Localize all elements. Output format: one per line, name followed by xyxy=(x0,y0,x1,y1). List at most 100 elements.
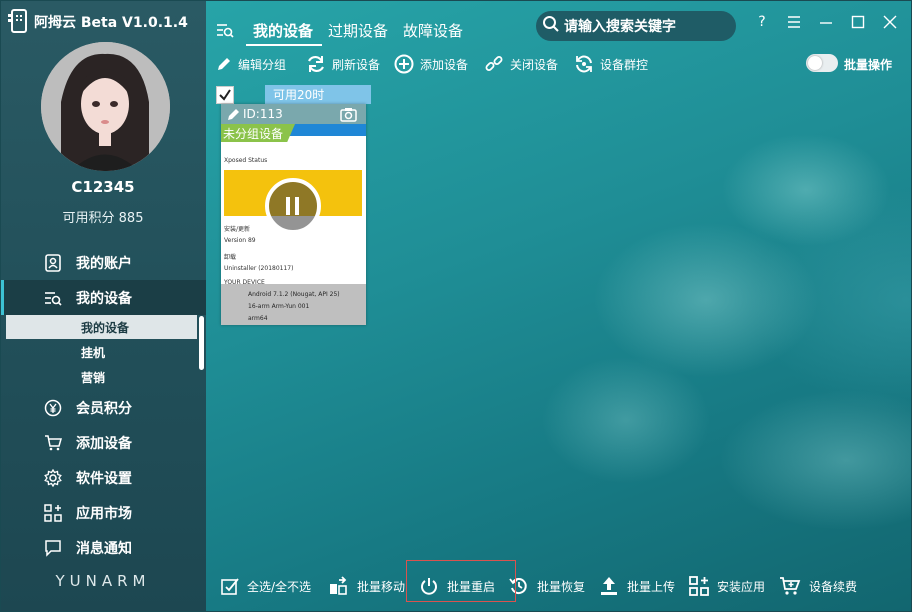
sidebar-subitem-marketing[interactable]: 营销 xyxy=(6,365,197,389)
screen-row: Version 89 xyxy=(224,236,256,244)
edit-group-button[interactable]: 编辑分组 xyxy=(216,54,286,74)
renew-cart-icon xyxy=(780,577,801,595)
maximize-icon xyxy=(851,15,865,29)
submenu-scrollbar[interactable] xyxy=(199,316,204,370)
cart-icon xyxy=(44,434,62,452)
message-icon xyxy=(44,539,62,557)
batch-move-button[interactable]: 批量移动 xyxy=(329,575,405,597)
tab-faulty-devices[interactable]: 故障设备 xyxy=(403,20,463,41)
search-input[interactable]: 请输入搜索关键字 xyxy=(536,11,736,41)
apps-icon xyxy=(44,503,62,522)
checkbox-icon xyxy=(221,578,239,595)
points-balance: 可用积分 885 xyxy=(62,211,144,226)
sidebar-subitem-label: 挂机 xyxy=(81,345,106,360)
help-button[interactable]: ? xyxy=(753,13,771,31)
batch-restore-button[interactable]: 批量恢复 xyxy=(509,575,585,597)
batch-operation-toggle[interactable] xyxy=(806,54,838,72)
search-placeholder: 请输入搜索关键字 xyxy=(564,19,676,35)
sidebar-item-member-points[interactable]: 会员积分 xyxy=(0,390,206,425)
pencil-icon xyxy=(218,58,230,70)
toolbar-label: 添加设备 xyxy=(420,57,469,72)
user-card-icon xyxy=(44,253,62,272)
username: C12345 xyxy=(71,178,135,196)
check-icon xyxy=(219,89,231,101)
toolbar-label: 设备群控 xyxy=(600,57,649,72)
avatar[interactable] xyxy=(41,42,170,171)
tab-underline xyxy=(246,44,322,46)
refresh-icon xyxy=(308,55,324,73)
close-icon xyxy=(883,15,897,29)
menu-icon xyxy=(788,16,800,28)
install-icon xyxy=(689,576,709,596)
app-title: 阿拇云 Beta V1.0.1.4 xyxy=(34,15,188,31)
menu-button[interactable] xyxy=(785,13,803,31)
sidebar-item-label: 我的账户 xyxy=(76,255,132,272)
sidebar-item-account[interactable]: 我的账户 xyxy=(0,245,206,280)
sidebar-item-label: 软件设置 xyxy=(76,470,132,487)
upload-icon xyxy=(601,577,617,595)
sidebar-item-label: 会员积分 xyxy=(76,400,132,417)
screen-row: Uninstaller (20180117) xyxy=(224,264,294,272)
search-icon xyxy=(542,15,560,37)
sidebar-subitem-hangup[interactable]: 挂机 xyxy=(6,340,197,364)
bottom-label: 设备续费 xyxy=(809,579,858,594)
refresh-devices-button[interactable]: 刷新设备 xyxy=(306,54,380,74)
screen-row: 卸载 xyxy=(224,253,237,261)
close-device-button[interactable]: 关闭设备 xyxy=(484,54,558,74)
sidebar-item-add-device[interactable]: 添加设备 xyxy=(0,425,206,460)
pause-icon xyxy=(286,197,299,215)
bottom-label: 批量恢复 xyxy=(537,579,586,594)
time-remaining-badge: 可用20时 xyxy=(265,85,371,104)
install-app-button[interactable]: 安装应用 xyxy=(689,575,765,597)
tab-expired-devices[interactable]: 过期设备 xyxy=(328,20,388,41)
gear-icon xyxy=(44,468,62,487)
pause-button[interactable] xyxy=(265,178,321,234)
sidebar-item-label: 我的设备 xyxy=(76,290,132,307)
sidebar-subitem-my-devices[interactable]: 我的设备 xyxy=(6,315,197,339)
top-bar: 我的设备 过期设备 故障设备 请输入搜索关键字 ? xyxy=(206,0,912,46)
close-button[interactable] xyxy=(881,13,899,31)
sync-icon xyxy=(576,55,592,73)
device-checkbox[interactable] xyxy=(216,86,234,104)
toolbar-label: 关闭设备 xyxy=(510,57,559,72)
minimize-button[interactable] xyxy=(817,13,835,31)
sidebar-item-notifications[interactable]: 消息通知 xyxy=(0,530,206,565)
yen-icon xyxy=(44,399,62,417)
add-device-button[interactable]: 添加设备 xyxy=(394,54,468,74)
bottom-label: 批量移动 xyxy=(357,579,406,594)
device-list-icon xyxy=(216,22,234,38)
minimize-icon xyxy=(820,22,832,24)
sidebar-item-app-market[interactable]: 应用市场 xyxy=(0,495,206,530)
app-logo-icon xyxy=(8,8,30,34)
renew-device-button[interactable]: 设备续费 xyxy=(779,575,857,597)
sidebar-item-label: 应用市场 xyxy=(76,505,132,522)
group-badge: 未分组设备 xyxy=(221,124,296,142)
batch-operation-label: 批量操作 xyxy=(844,58,893,72)
maximize-button[interactable] xyxy=(849,13,867,31)
group-control-button[interactable]: 设备群控 xyxy=(574,54,648,74)
bottom-toolbar: 全选/全不选 批量移动 批量重启 批量恢复 批量上传 安装应用 设备续费 xyxy=(206,562,912,608)
select-all-button[interactable]: 全选/全不选 xyxy=(221,575,311,597)
sidebar: 阿拇云 Beta V1.0.1.4 C12345 可用积分 885 我的账户 我… xyxy=(0,0,206,612)
sidebar-item-my-devices[interactable]: 我的设备 xyxy=(0,280,206,315)
device-card[interactable]: Xposed Status 安装/更新 Version 89 卸载 Uninst… xyxy=(221,104,366,325)
pencil-icon[interactable] xyxy=(227,107,241,121)
screen-row: Xposed Status xyxy=(224,156,268,164)
device-list-icon xyxy=(44,289,62,307)
screenshot-icon[interactable] xyxy=(340,106,357,122)
link-icon xyxy=(485,56,503,71)
card-header: ID:113 xyxy=(221,104,366,124)
sidebar-subitem-label: 我的设备 xyxy=(81,320,130,335)
card-dim-overlay xyxy=(221,284,366,325)
tab-my-devices[interactable]: 我的设备 xyxy=(253,20,313,41)
sidebar-item-settings[interactable]: 软件设置 xyxy=(0,460,206,495)
plus-circle-icon xyxy=(394,54,414,74)
sidebar-item-label: 消息通知 xyxy=(76,540,132,557)
brand-footer: YUNARM xyxy=(55,572,151,590)
main-content: 我的设备 过期设备 故障设备 请输入搜索关键字 ? 编辑分组 刷新设备 添加设备… xyxy=(206,0,912,612)
bottom-label: 全选/全不选 xyxy=(247,579,312,594)
bottom-label: 批量上传 xyxy=(627,579,676,594)
sidebar-subitem-label: 营销 xyxy=(81,370,106,385)
batch-upload-button[interactable]: 批量上传 xyxy=(599,575,675,597)
bottom-label: 安装应用 xyxy=(717,579,766,594)
